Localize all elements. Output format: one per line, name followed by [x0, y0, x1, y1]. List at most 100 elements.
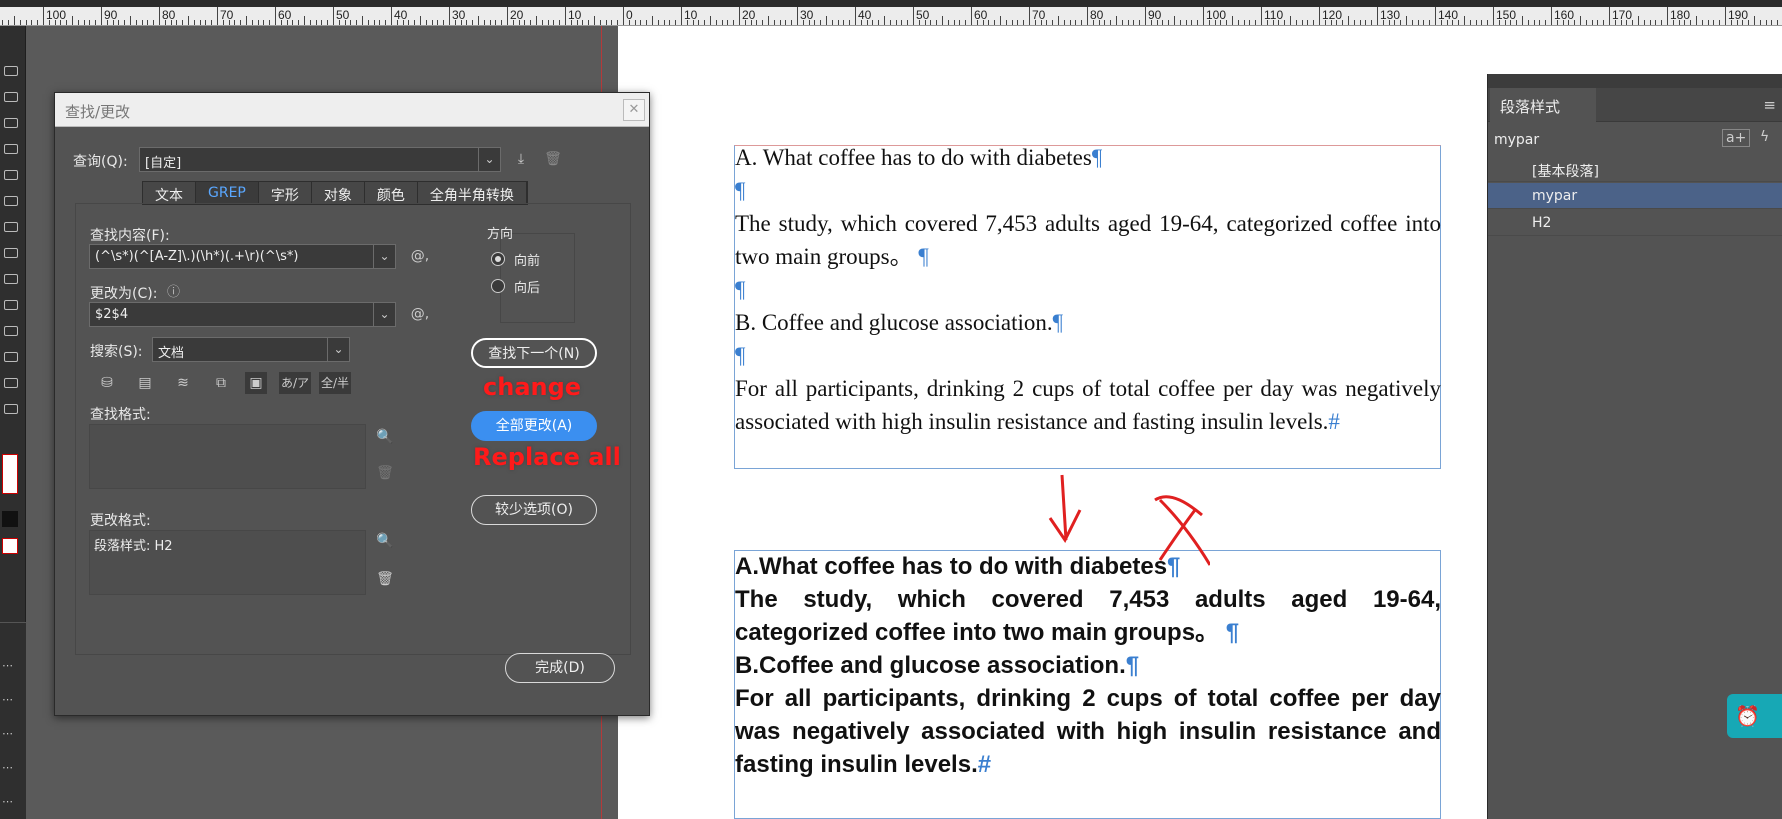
- locked-stories-icon[interactable]: ▤: [134, 372, 156, 394]
- find-format-box[interactable]: [89, 424, 366, 489]
- hidden-layers-icon[interactable]: ≋: [172, 372, 194, 394]
- done-button[interactable]: 完成(D): [505, 653, 615, 683]
- ruler-tick: [541, 20, 543, 25]
- specify-change-format-icon[interactable]: 🔍: [374, 530, 396, 552]
- alarm-clock-icon[interactable]: ⏰: [1727, 694, 1782, 738]
- grid-tool-icon[interactable]: [4, 300, 18, 310]
- master-pages-icon[interactable]: ⧉: [210, 372, 232, 394]
- para-study[interactable]: The study, which covered 7,453 adults ag…: [735, 207, 1441, 273]
- find-change-dialog: 查找/更改 ✕ 查询(Q): [自定] ⌄ ⤓ 🗑 文本 GREP 字形 对象 …: [54, 92, 650, 716]
- ruler-tick: [1353, 20, 1355, 25]
- para-participants[interactable]: For all participants, drinking 2 cups of…: [735, 372, 1441, 438]
- save-query-icon[interactable]: ⤓: [510, 148, 532, 170]
- collapsed-panel-item[interactable]: ⋯: [2, 795, 16, 808]
- change-all-button[interactable]: 全部更改(A): [471, 411, 597, 441]
- change-to-input[interactable]: $2$4 ⌄: [89, 302, 396, 327]
- search-scope-select[interactable]: 文档 ⌄: [152, 337, 350, 362]
- kana-sensitive-icon[interactable]: あ/ア: [279, 372, 311, 394]
- ruler-tick: [1516, 20, 1518, 25]
- style-item-h2[interactable]: H2: [1488, 210, 1782, 236]
- clear-change-format-icon[interactable]: 🗑: [374, 568, 396, 590]
- new-style-icon[interactable]: a+: [1722, 129, 1751, 147]
- para-heading-b[interactable]: B. Coffee and glucose association.¶: [735, 306, 1441, 339]
- none-swatch-icon[interactable]: [2, 538, 18, 554]
- search-scope-value: 文档: [158, 346, 185, 361]
- chevron-down-icon[interactable]: ⌄: [478, 148, 500, 171]
- page-tool-icon[interactable]: [4, 118, 18, 128]
- fewer-options-button[interactable]: 较少选项(O): [471, 495, 597, 525]
- frame-tool-icon[interactable]: [4, 222, 18, 232]
- default-colors-icon[interactable]: [2, 511, 18, 527]
- h2-heading-b[interactable]: B.Coffee and glucose association.¶: [735, 649, 1441, 682]
- collapsed-panel-item[interactable]: ⋯: [2, 727, 16, 740]
- change-format-box[interactable]: 段落样式: H2: [89, 530, 366, 595]
- chevron-down-icon[interactable]: ⌄: [327, 338, 349, 361]
- find-next-button[interactable]: 查找下一个(N): [471, 338, 597, 368]
- tab-grep[interactable]: GREP: [196, 182, 259, 204]
- rectangle-tool-icon[interactable]: [4, 274, 18, 284]
- quick-apply-icon[interactable]: ϟ: [1760, 129, 1769, 145]
- chevron-down-icon[interactable]: ⌄: [373, 303, 395, 326]
- ruler-tick: [234, 20, 236, 25]
- style-item-basic[interactable]: [基本段落]: [1488, 156, 1782, 182]
- tab-color[interactable]: 颜色: [364, 182, 418, 204]
- special-chars-icon[interactable]: @,: [409, 245, 431, 267]
- tab-object[interactable]: 对象: [311, 182, 365, 204]
- eyedropper-tool-icon[interactable]: [4, 378, 18, 388]
- locked-layers-icon[interactable]: ⛁: [96, 372, 118, 394]
- scissors-tool-icon[interactable]: [4, 326, 18, 336]
- tab-text[interactable]: 文本: [143, 182, 196, 204]
- chevron-down-icon[interactable]: ⌄: [373, 245, 395, 268]
- ruler-tick: [1748, 20, 1750, 25]
- table-tool-icon[interactable]: [4, 248, 18, 258]
- specify-find-format-icon[interactable]: 🔍: [374, 426, 396, 448]
- delete-query-icon[interactable]: 🗑: [542, 148, 564, 170]
- ruler-tick: [1226, 20, 1228, 25]
- collapsed-panel-item[interactable]: ⋯: [2, 761, 16, 774]
- close-icon[interactable]: ✕: [623, 99, 645, 121]
- ruler-tick: [373, 20, 375, 25]
- para-heading-a[interactable]: A. What coffee has to do with diabetes¶: [735, 141, 1441, 174]
- pencil-tool-icon[interactable]: [4, 196, 18, 206]
- find-what-input[interactable]: (^\s*)(^[A-Z]\.)(\h*)(.+\r)(^\s*) ⌄: [89, 244, 396, 269]
- collapsed-panel-item[interactable]: ⋯: [2, 693, 16, 706]
- panel-tab[interactable]: 段落样式: [1490, 88, 1596, 122]
- ruler-tick: [994, 20, 996, 25]
- ruler-tick: [1759, 20, 1761, 25]
- panel-header[interactable]: [1488, 74, 1782, 88]
- empty-paragraph[interactable]: ¶: [735, 273, 1441, 306]
- collapsed-panel-item[interactable]: ⋯: [2, 659, 16, 672]
- info-icon[interactable]: ⓘ: [167, 281, 180, 300]
- clear-find-format-icon[interactable]: 🗑: [374, 462, 396, 484]
- radio-forward[interactable]: [491, 252, 505, 266]
- special-chars-icon[interactable]: @,: [409, 303, 431, 325]
- para-participants-bold[interactable]: For all participants, drinking 2 cups of…: [735, 682, 1441, 781]
- tab-glyph[interactable]: 字形: [258, 182, 312, 204]
- ruler-tick: [222, 20, 224, 25]
- direct-select-tool-icon[interactable]: [4, 92, 18, 102]
- ruler-tick: [1255, 20, 1257, 25]
- para-study-bold[interactable]: The study, which covered 7,453 adults ag…: [735, 583, 1441, 649]
- h2-heading-a[interactable]: A.What coffee has to do with diabetes¶: [735, 550, 1441, 583]
- gap-tool-icon[interactable]: [4, 144, 18, 154]
- panel-menu-icon[interactable]: ≡: [1763, 96, 1776, 114]
- fill-stroke-swatch[interactable]: [2, 454, 18, 494]
- zoom-tool-icon[interactable]: [4, 404, 18, 414]
- footnotes-icon[interactable]: ▣: [245, 372, 267, 394]
- ruler-tick: [1533, 20, 1535, 25]
- style-item-mypar[interactable]: mypar: [1488, 183, 1782, 209]
- free-transform-tool-icon[interactable]: [4, 352, 18, 362]
- width-sensitive-icon[interactable]: 全/半: [319, 372, 351, 394]
- dialog-titlebar[interactable]: 查找/更改 ✕: [55, 93, 649, 127]
- pen-tool-icon[interactable]: [4, 170, 18, 180]
- ruler-tick: [1307, 20, 1309, 25]
- selection-tool-icon[interactable]: [4, 66, 18, 76]
- find-what-label: 查找内容(F):: [90, 228, 170, 244]
- ruler-tick: [286, 20, 288, 25]
- radio-backward[interactable]: [491, 279, 505, 293]
- empty-paragraph[interactable]: ¶: [735, 339, 1441, 372]
- empty-paragraph[interactable]: ¶: [735, 174, 1441, 207]
- ruler-tick: [275, 7, 276, 25]
- query-select[interactable]: [自定] ⌄: [139, 147, 501, 172]
- tab-fullwidth[interactable]: 全角半角转换: [417, 182, 527, 204]
